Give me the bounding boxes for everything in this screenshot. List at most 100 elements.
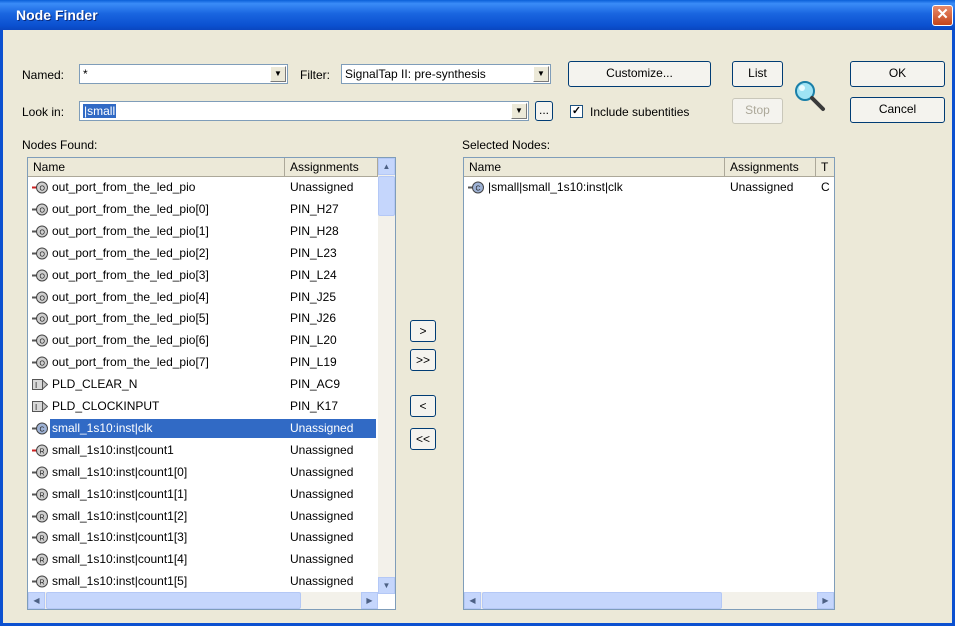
list-item[interactable]: Csmall_1s10:inst|clk Unassigned xyxy=(28,418,378,439)
svg-text:R: R xyxy=(40,558,45,565)
include-subentities-label: Include subentities xyxy=(590,105,690,119)
list-button[interactable]: List xyxy=(732,61,783,87)
node-name: out_port_from_the_led_pio[4] xyxy=(52,289,209,304)
svg-text:R: R xyxy=(40,492,45,499)
list-item[interactable]: Rsmall_1s10:inst|count1[2] Unassigned xyxy=(28,506,378,527)
list-item[interactable]: Oout_port_from_the_led_pio[3] PIN_L24 xyxy=(28,265,378,286)
chevron-down-icon[interactable]: ▼ xyxy=(511,103,527,119)
remove-selected-button[interactable]: < xyxy=(410,395,436,417)
node-assignment: PIN_L19 xyxy=(290,355,337,370)
svg-text:R: R xyxy=(40,580,45,587)
node-assignment: PIN_J26 xyxy=(290,311,337,326)
node-name: small_1s10:inst|count1[5] xyxy=(52,574,188,589)
list-item[interactable]: Rsmall_1s10:inst|count1[3] Unassigned xyxy=(28,527,378,548)
filter-combobox[interactable]: SignalTap II: pre-synthesis ▼ xyxy=(341,64,551,84)
node-name: PLD_CLOCKINPUT xyxy=(52,399,160,413)
node-name: small_1s10:inst|count1 xyxy=(52,442,174,457)
scroll-left-icon[interactable]: ◀ xyxy=(464,592,481,609)
add-all-button[interactable]: >> xyxy=(410,349,436,371)
remove-all-button[interactable]: << xyxy=(410,428,436,450)
node-name: small_1s10:inst|count1[2] xyxy=(52,508,188,523)
stop-button[interactable]: Stop xyxy=(732,98,783,124)
node-assignment: PIN_AC9 xyxy=(290,377,341,392)
list-item[interactable]: Oout_port_from_the_led_pio[2] PIN_L23 xyxy=(28,243,378,264)
ok-button[interactable]: OK xyxy=(850,61,945,87)
scroll-right-icon[interactable]: ▶ xyxy=(817,592,834,609)
node-assignment: PIN_K17 xyxy=(290,399,339,413)
list-item[interactable]: Rsmall_1s10:inst|count1[5] Unassigned xyxy=(28,571,378,592)
node-name: small_1s10:inst|clk xyxy=(52,420,153,435)
list-item[interactable]: I PLD_CLOCKINPUT PIN_K17 xyxy=(28,396,378,417)
list-item[interactable]: Rsmall_1s10:inst|count1 Unassigned xyxy=(28,440,378,461)
list-item[interactable]: Oout_port_from_the_led_pio[1] PIN_H28 xyxy=(28,221,378,242)
node-name: out_port_from_the_led_pio[2] xyxy=(52,245,209,260)
node-assignment: Unassigned xyxy=(290,486,354,501)
scroll-thumb[interactable] xyxy=(482,592,722,609)
list-item[interactable]: I PLD_CLEAR_N PIN_AC9 xyxy=(28,374,378,395)
svg-text:O: O xyxy=(40,207,46,214)
horizontal-scrollbar[interactable]: ◀ ▶ xyxy=(464,592,834,609)
filter-label: Filter: xyxy=(300,68,330,82)
column-header-name[interactable]: Name xyxy=(28,158,285,177)
vertical-scrollbar[interactable]: ▲ ▼ xyxy=(378,158,395,594)
list-item[interactable]: Oout_port_from_the_led_pio[7] PIN_L19 xyxy=(28,352,378,373)
list-item[interactable]: Rsmall_1s10:inst|count1[4] Unassigned xyxy=(28,549,378,570)
list-item[interactable]: Rsmall_1s10:inst|count1[1] Unassigned xyxy=(28,484,378,505)
browse-button[interactable]: ... xyxy=(535,101,553,121)
cancel-button[interactable]: Cancel xyxy=(850,97,945,123)
node-type: C xyxy=(821,180,830,194)
scroll-right-icon[interactable]: ▶ xyxy=(361,592,378,609)
node-name: small_1s10:inst|count1[4] xyxy=(52,552,188,567)
node-name: out_port_from_the_led_pio[5] xyxy=(52,311,209,326)
svg-text:O: O xyxy=(40,251,46,258)
column-header-assignments[interactable]: Assignments xyxy=(725,158,816,177)
scroll-thumb[interactable] xyxy=(378,176,395,216)
look-in-label: Look in: xyxy=(22,105,65,119)
scroll-up-icon[interactable]: ▲ xyxy=(378,158,395,175)
list-item[interactable]: C |small|small_1s10:inst|clk Unassigned C xyxy=(464,177,834,198)
svg-text:I: I xyxy=(35,381,37,390)
column-header-type[interactable]: T xyxy=(816,158,834,177)
selected-nodes-list[interactable]: Name Assignments T C |small|small_1s10:in… xyxy=(463,157,835,610)
list-item[interactable]: Rsmall_1s10:inst|count1[0] Unassigned xyxy=(28,462,378,483)
close-button[interactable]: ✕ xyxy=(932,5,953,26)
title-bar[interactable]: Node Finder ✕ xyxy=(0,0,955,30)
column-header-assignments[interactable]: Assignments xyxy=(285,158,378,177)
node-assignment: PIN_L20 xyxy=(290,333,337,348)
horizontal-scrollbar[interactable]: ◀ ▶ xyxy=(28,592,378,609)
svg-text:R: R xyxy=(40,448,45,455)
node-name: PLD_CLEAR_N xyxy=(52,377,138,392)
node-assignment: PIN_L23 xyxy=(290,245,337,260)
list-item[interactable]: Oout_port_from_the_led_pio[4] PIN_J25 xyxy=(28,287,378,308)
svg-text:O: O xyxy=(40,295,46,302)
list-item[interactable]: Oout_port_from_the_led_pio[5] PIN_J26 xyxy=(28,308,378,329)
scroll-thumb[interactable] xyxy=(46,592,301,609)
node-name: out_port_from_the_led_pio[3] xyxy=(52,267,209,282)
add-selected-button[interactable]: > xyxy=(410,320,436,342)
nodes-found-label: Nodes Found: xyxy=(22,138,98,152)
named-combobox[interactable]: * ▼ xyxy=(79,64,288,84)
nodes-found-list[interactable]: Name Assignments Oout_port_from_the_led_… xyxy=(27,157,396,610)
node-assignment: PIN_H28 xyxy=(290,223,339,238)
named-value: * xyxy=(83,67,88,81)
svg-text:O: O xyxy=(40,229,46,236)
node-name: |small|small_1s10:inst|clk xyxy=(488,180,623,194)
list-item[interactable]: Oout_port_from_the_led_pio[0] PIN_H27 xyxy=(28,199,378,220)
list-item[interactable]: Oout_port_from_the_led_pio[6] PIN_L20 xyxy=(28,330,378,351)
svg-text:O: O xyxy=(40,186,46,193)
list-item[interactable]: Oout_port_from_the_led_pio Unassigned xyxy=(28,177,378,198)
svg-text:O: O xyxy=(40,339,46,346)
svg-text:R: R xyxy=(40,536,45,543)
node-assignment: PIN_J25 xyxy=(290,289,337,304)
scroll-left-icon[interactable]: ◀ xyxy=(28,592,45,609)
chevron-down-icon[interactable]: ▼ xyxy=(533,66,549,82)
node-name: out_port_from_the_led_pio[0] xyxy=(52,201,209,216)
chevron-down-icon[interactable]: ▼ xyxy=(270,66,286,82)
include-subentities-checkbox[interactable]: ✓ xyxy=(570,105,583,118)
node-name: out_port_from_the_led_pio[1] xyxy=(52,223,209,238)
column-header-name[interactable]: Name xyxy=(464,158,725,177)
scroll-down-icon[interactable]: ▼ xyxy=(378,577,395,594)
look-in-combobox[interactable]: |small ▼ xyxy=(79,101,529,121)
svg-text:C: C xyxy=(40,426,45,433)
customize-button[interactable]: Customize... xyxy=(568,61,711,87)
